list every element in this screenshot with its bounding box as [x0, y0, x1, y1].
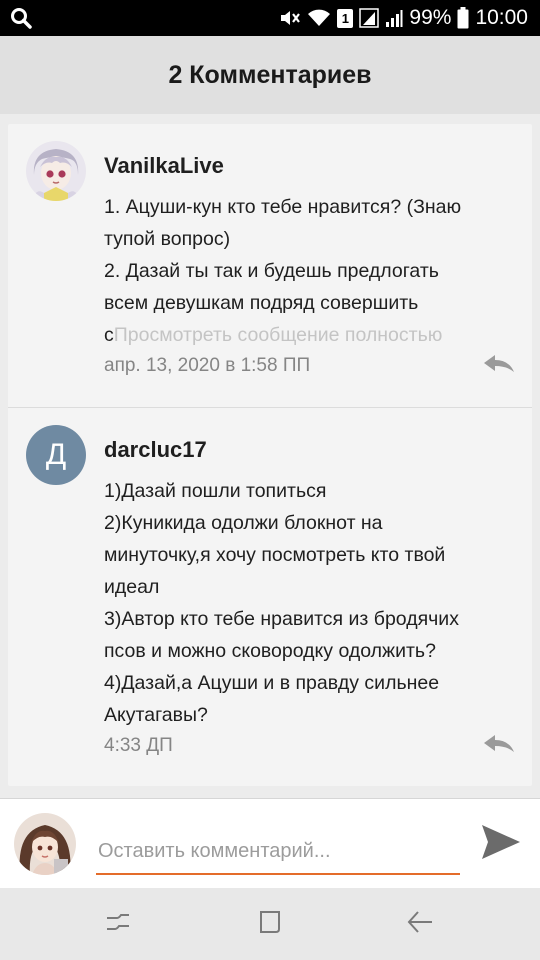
search-icon	[10, 7, 32, 34]
comment-timestamp: апр. 13, 2020 в 1:58 ПП	[104, 355, 311, 376]
reply-button[interactable]	[482, 734, 516, 758]
comment-line: идеал	[104, 576, 160, 598]
clock: 10:00	[475, 6, 528, 29]
comment-line: 1)Дазай пошли топиться	[104, 480, 327, 502]
comments-header: 2 Комментариев	[0, 36, 540, 114]
home-button[interactable]	[250, 906, 290, 942]
avatar[interactable]: Д	[26, 425, 86, 485]
comment-input[interactable]	[96, 825, 460, 875]
home-icon	[256, 908, 284, 941]
page-title: 2 Комментариев	[168, 60, 372, 89]
comment-item: Д darcluc17 1)Дазай пошли топиться 2)Кун…	[8, 407, 532, 786]
battery-percent: 99%	[409, 6, 452, 29]
wifi-icon	[307, 8, 331, 28]
send-button[interactable]	[476, 821, 526, 867]
avatar[interactable]	[26, 141, 86, 201]
my-avatar	[14, 813, 76, 875]
comment-composer	[0, 798, 540, 888]
comment-line-truncated: сПросмотреть сообщение полностью	[104, 319, 516, 351]
recent-apps-button[interactable]	[98, 906, 138, 942]
comment-line: 1. Ацуши-кун кто тебе нравится? (Знаю	[104, 196, 462, 218]
comment-author[interactable]: darcluc17	[104, 435, 516, 465]
comment-line: всем девушкам подряд совершить	[104, 292, 419, 314]
comment-line: 2)Куникида одолжи блокнот на	[104, 512, 383, 534]
reply-arrow-icon	[483, 354, 515, 379]
comment-line: 3)Автор кто тебе нравится из бродячих	[104, 608, 459, 630]
status-bar: 1 99% 10:00	[0, 0, 540, 36]
view-full-message-link[interactable]: Просмотреть сообщение полностью	[114, 324, 443, 346]
comment-body: VanilkaLive 1. Ацуши-кун кто тебе нравит…	[104, 151, 516, 351]
reply-button[interactable]	[482, 354, 516, 378]
signal-bars-icon	[385, 8, 403, 28]
mute-icon	[279, 8, 301, 28]
comment-line: 4)Дазай,а Ацуши и в правду сильнее	[104, 672, 440, 694]
comment-line: Акутагавы?	[104, 704, 208, 726]
system-nav-bar	[0, 888, 540, 960]
comment-text: 1)Дазай пошли топиться 2)Куникида одолжи…	[104, 475, 516, 731]
comment-item: VanilkaLive 1. Ацуши-кун кто тебе нравит…	[8, 124, 532, 407]
comment-line: тупой вопрос)	[104, 228, 231, 250]
sim-slot-badge: 1	[337, 8, 354, 28]
comment-line: псов и можно сковородку одолжить?	[104, 640, 436, 662]
comment-text: 1. Ацуши-кун кто тебе нравится? (Знаю ту…	[104, 191, 516, 351]
send-icon	[480, 823, 522, 866]
comment-author[interactable]: VanilkaLive	[104, 151, 516, 181]
signal-icon	[359, 8, 380, 28]
recent-apps-icon	[104, 909, 132, 940]
back-button[interactable]	[400, 906, 440, 942]
comment-body: darcluc17 1)Дазай пошли топиться 2)Куник…	[104, 435, 516, 731]
avatar-letter: Д	[45, 438, 67, 471]
comments-list: VanilkaLive 1. Ацуши-кун кто тебе нравит…	[8, 124, 532, 786]
comment-line: 2. Дазай ты так и будешь предлогать	[104, 260, 439, 282]
reply-arrow-icon	[483, 734, 515, 759]
back-icon	[406, 909, 434, 940]
comment-text-tail: с	[104, 324, 114, 346]
battery-icon	[457, 7, 469, 29]
comment-line: минуточку,я хочу посмотреть кто твой	[104, 544, 446, 566]
comment-timestamp: 4:33 ДП	[104, 735, 173, 756]
